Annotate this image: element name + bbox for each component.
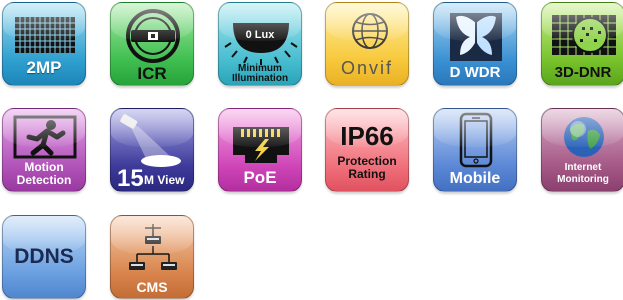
- ip-rating-title: IP66: [340, 121, 394, 151]
- feature-label: 2MP: [26, 58, 62, 77]
- feature-label-line2: Monitoring: [557, 174, 609, 185]
- feature-label-line1: Motion: [24, 160, 64, 174]
- feature-tile-minimum-illumination: 0 Lux Minimum Illumination: [218, 2, 302, 86]
- feature-label-line2: Detection: [16, 173, 72, 187]
- feature-tile-icr: ICR: [110, 2, 194, 86]
- feature-tile-onvif: Onvif: [325, 2, 409, 86]
- illumination-badge: 0 Lux: [245, 29, 275, 41]
- feature-tile-15m-view: 15 M View: [110, 108, 194, 192]
- range-unit: M View: [144, 173, 185, 187]
- feature-label-line2: Illumination: [231, 73, 289, 84]
- feature-tile-2mp: 2MP: [2, 2, 86, 86]
- feature-label-line1: Internet: [564, 162, 602, 173]
- range-number: 15: [117, 165, 144, 192]
- feature-label: DDNS: [14, 245, 74, 268]
- feature-tile-cms: CMS: [110, 215, 194, 299]
- feature-label-line2: Rating: [348, 167, 386, 181]
- feature-label: D WDR: [449, 64, 501, 81]
- feature-tile-mobile: Mobile: [433, 108, 517, 192]
- feature-tile-poe: PoE: [218, 108, 302, 192]
- feature-label: PoE: [243, 168, 277, 187]
- feature-label-line1: Protection: [337, 154, 397, 168]
- feature-tile-3d-dnr: 3D-DNR: [541, 2, 623, 86]
- feature-label: ICR: [137, 64, 167, 83]
- feature-label: Mobile: [449, 170, 501, 187]
- feature-tile-ip66: IP66 Protection Rating: [325, 108, 409, 192]
- feature-label: CMS: [136, 279, 168, 295]
- feature-tile-internet-monitoring: Internet Monitoring: [541, 108, 623, 192]
- feature-label: Onvif: [340, 58, 393, 78]
- feature-label: 3D-DNR: [554, 64, 612, 81]
- feature-tile-dwdr: D WDR: [433, 2, 517, 86]
- feature-tile-ddns: DDNS: [2, 215, 86, 299]
- feature-tile-motion-detection: Motion Detection: [2, 108, 86, 192]
